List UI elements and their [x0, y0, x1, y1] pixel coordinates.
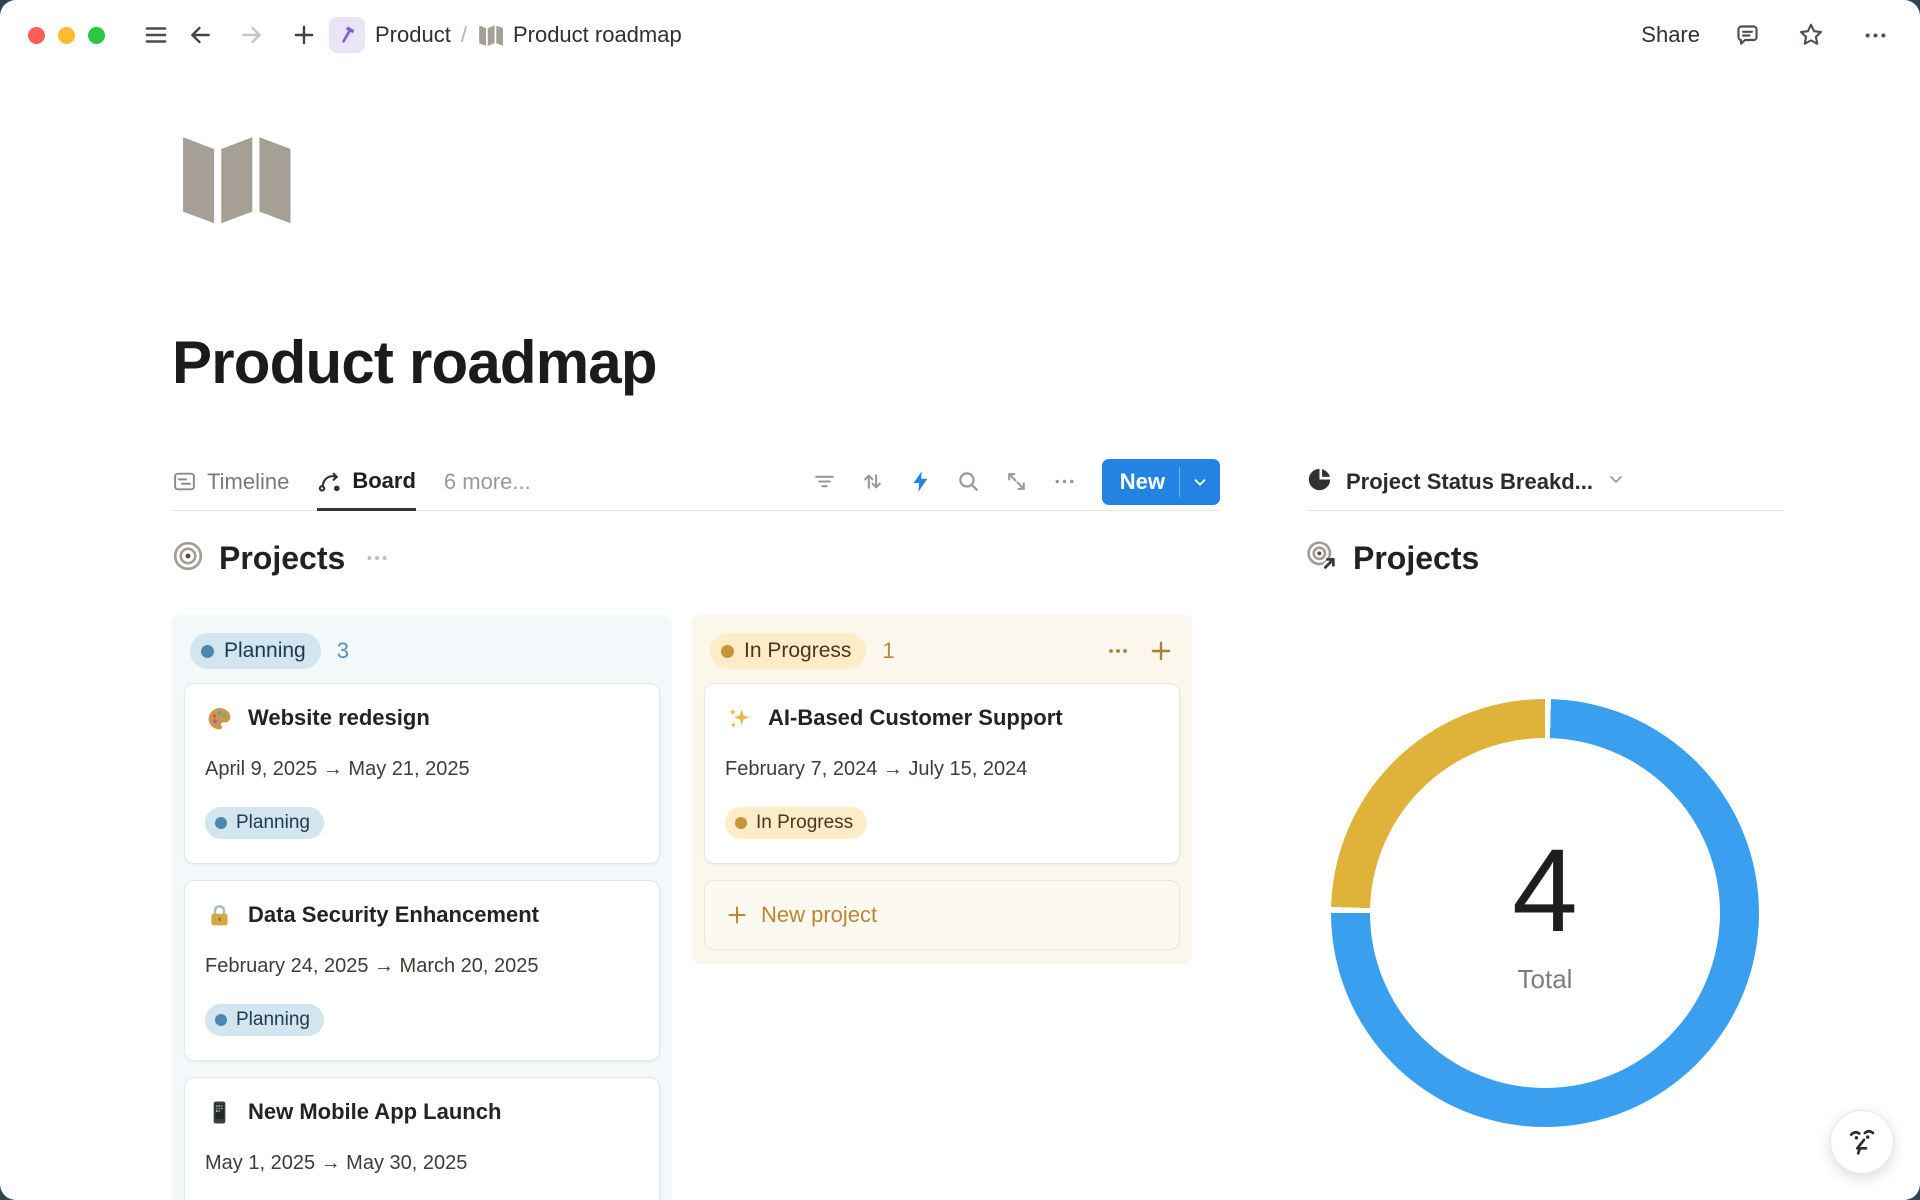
face-icon: [1843, 1123, 1881, 1161]
back-arrow-icon[interactable]: [183, 18, 217, 52]
topbar: Product / Product roadmap Share: [0, 0, 1920, 70]
plus-icon: [725, 903, 749, 927]
chart-section-header: Projects: [1306, 535, 1784, 581]
status-donut-chart[interactable]: 4 Total: [1331, 699, 1759, 1127]
sparkles-icon: [725, 704, 753, 732]
tabs-more-button[interactable]: 6 more...: [444, 469, 531, 495]
forward-arrow-icon[interactable]: [235, 18, 269, 52]
donut-total-value: 4: [1512, 832, 1578, 950]
card-title: AI-Based Customer Support: [768, 705, 1063, 731]
card-status-pill: Planning: [205, 807, 324, 839]
card-status-pill: Planning: [205, 1004, 324, 1036]
lock-icon: [205, 901, 233, 929]
breadcrumb-separator: /: [461, 22, 467, 48]
card-status-pill: In Progress: [725, 807, 867, 839]
card-title: New Mobile App Launch: [248, 1099, 501, 1125]
column-more-icon[interactable]: [1106, 639, 1130, 663]
tab-board-label: Board: [352, 468, 416, 494]
column-in-progress-header: In Progress 1: [704, 625, 1180, 683]
share-button[interactable]: Share: [1641, 22, 1700, 48]
hammer-icon[interactable]: [329, 17, 365, 53]
pie-chart-icon: [1306, 466, 1333, 498]
status-label: In Progress: [744, 639, 851, 663]
chart-view-title: Project Status Breakd...: [1346, 469, 1593, 495]
linked-target-icon: [1306, 540, 1338, 577]
card-title: Website redesign: [248, 705, 430, 731]
status-dot: [215, 817, 227, 829]
map-icon: [477, 22, 503, 48]
status-dot: [721, 645, 734, 658]
new-project-label: New project: [761, 902, 877, 928]
board-section-title[interactable]: Projects: [219, 540, 345, 577]
more-icon[interactable]: [1858, 18, 1892, 52]
comment-icon[interactable]: [1730, 18, 1764, 52]
lightning-icon[interactable]: [902, 463, 940, 501]
star-icon[interactable]: [1794, 18, 1828, 52]
card-dates: February 24, 2025 → March 20, 2025: [205, 955, 639, 978]
page-icon-map[interactable]: [172, 124, 298, 236]
status-label: Planning: [224, 639, 306, 663]
page-title: Product roadmap: [172, 328, 1920, 397]
breadcrumb: Product / Product roadmap: [329, 17, 682, 53]
card-dates: February 7, 2024 → July 15, 2024: [725, 758, 1159, 781]
new-button[interactable]: New: [1102, 459, 1220, 505]
column-count: 1: [882, 638, 894, 664]
column-planning: Planning 3 Website redesign April 9, 202…: [172, 615, 672, 1200]
card-data-security[interactable]: Data Security Enhancement February 24, 2…: [184, 880, 660, 1061]
card-status-label: In Progress: [756, 812, 853, 834]
maximize-window-button[interactable]: [88, 27, 105, 44]
target-icon: [172, 540, 204, 577]
new-page-plus-icon[interactable]: [287, 18, 321, 52]
status-dot: [735, 817, 747, 829]
filter-icon[interactable]: [806, 463, 844, 501]
palette-icon: [205, 704, 233, 732]
new-button-label[interactable]: New: [1102, 459, 1179, 505]
ai-face-button[interactable]: [1830, 1110, 1894, 1174]
board-columns: Planning 3 Website redesign April 9, 202…: [172, 615, 1220, 1200]
sort-icon[interactable]: [854, 463, 892, 501]
column-add-icon[interactable]: [1148, 638, 1174, 664]
status-dot: [215, 1014, 227, 1026]
app-window: Product / Product roadmap Share Product …: [0, 0, 1920, 1200]
close-window-button[interactable]: [28, 27, 45, 44]
card-status-label: Planning: [236, 812, 310, 834]
status-pill-in-progress[interactable]: In Progress: [710, 633, 866, 669]
tab-board[interactable]: Board: [317, 454, 416, 511]
card-title: Data Security Enhancement: [248, 902, 539, 928]
column-planning-header: Planning 3: [184, 625, 660, 683]
card-ai-support[interactable]: AI-Based Customer Support February 7, 20…: [704, 683, 1180, 864]
chevron-down-icon[interactable]: [1180, 459, 1220, 505]
view-tabbar: Timeline Board 6 more...: [172, 453, 1220, 511]
search-icon[interactable]: [950, 463, 988, 501]
expand-icon[interactable]: [998, 463, 1036, 501]
chart-section-title[interactable]: Projects: [1353, 540, 1479, 577]
column-in-progress: In Progress 1: [692, 615, 1192, 964]
column-count: 3: [337, 638, 349, 664]
window-controls: [28, 27, 105, 44]
chart-view-selector[interactable]: Project Status Breakd...: [1306, 453, 1784, 511]
donut-center: 4 Total: [1370, 738, 1720, 1088]
card-dates: May 1, 2025 → May 30, 2025: [205, 1152, 639, 1175]
mobile-phone-icon: [205, 1098, 233, 1126]
view-more-icon[interactable]: [1046, 463, 1084, 501]
status-dot: [201, 645, 214, 658]
section-more-icon[interactable]: [364, 545, 390, 571]
breadcrumb-current[interactable]: Product roadmap: [513, 22, 682, 48]
card-mobile-app[interactable]: New Mobile App Launch May 1, 2025 → May …: [184, 1077, 660, 1200]
tab-timeline-label: Timeline: [207, 469, 289, 495]
donut-total-label: Total: [1518, 964, 1573, 995]
tab-timeline[interactable]: Timeline: [172, 453, 289, 510]
view-toolbar: New: [806, 459, 1220, 505]
card-dates: April 9, 2025 → May 21, 2025: [205, 758, 639, 781]
chevron-down-icon: [1606, 469, 1626, 494]
card-website-redesign[interactable]: Website redesign April 9, 2025 → May 21,…: [184, 683, 660, 864]
board-section-header: Projects: [172, 535, 1220, 581]
card-status-label: Planning: [236, 1009, 310, 1031]
hamburger-icon[interactable]: [139, 18, 173, 52]
new-project-button[interactable]: New project: [704, 880, 1180, 950]
minimize-window-button[interactable]: [58, 27, 75, 44]
status-pill-planning[interactable]: Planning: [190, 633, 321, 669]
breadcrumb-parent[interactable]: Product: [375, 22, 451, 48]
